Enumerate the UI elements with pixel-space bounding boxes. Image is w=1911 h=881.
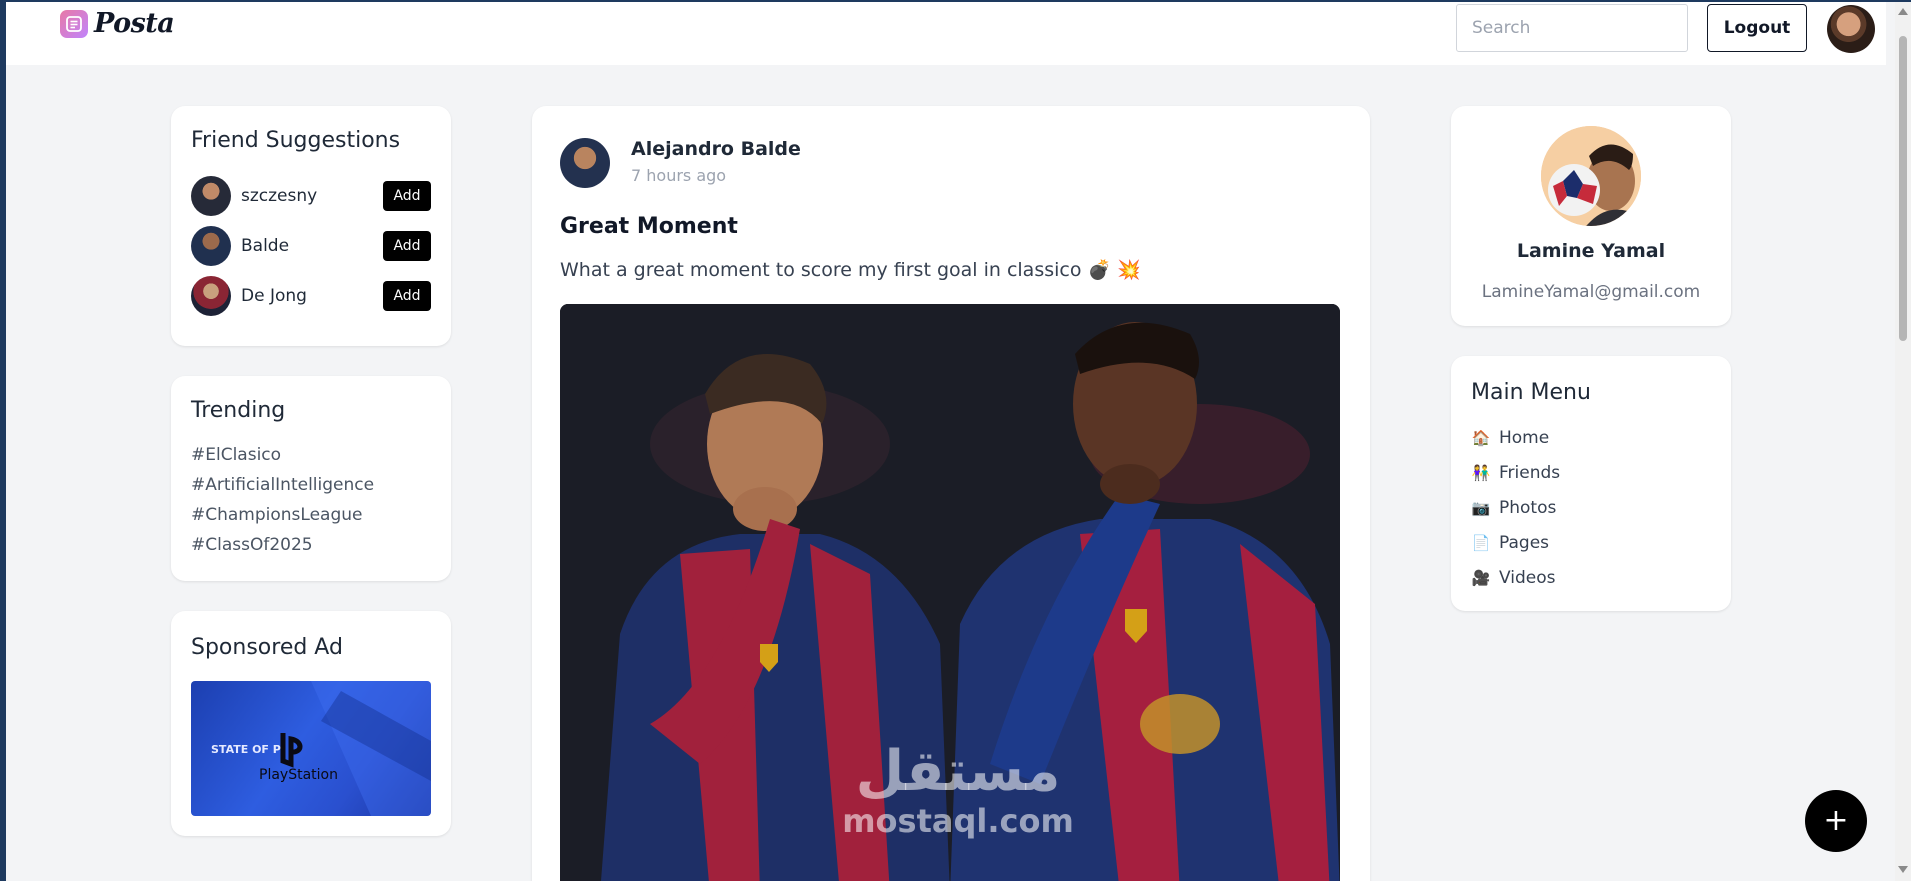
profile-name[interactable]: Lamine Yamal bbox=[1451, 240, 1731, 262]
trending-tag[interactable]: #ArtificialIntelligence bbox=[191, 475, 374, 496]
video-camera-icon: 🎥 bbox=[1471, 569, 1491, 587]
home-icon: 🏠 bbox=[1471, 429, 1491, 447]
watermark: مستقل mostaql.com bbox=[838, 739, 1078, 840]
friend-name[interactable]: De Jong bbox=[241, 286, 383, 306]
menu-item-label: Photos bbox=[1499, 498, 1557, 518]
scroll-up-icon[interactable] bbox=[1898, 8, 1908, 15]
main-menu-title: Main Menu bbox=[1471, 380, 1591, 405]
post-timestamp: 7 hours ago bbox=[631, 166, 727, 185]
sponsored-title: Sponsored Ad bbox=[191, 635, 343, 660]
menu-item-label: Home bbox=[1499, 428, 1550, 448]
watermark-latin-text: mostaql.com bbox=[842, 802, 1074, 840]
friend-suggestion-row: Balde Add bbox=[191, 226, 431, 266]
trending-tag[interactable]: #ChampionsLeague bbox=[191, 505, 374, 526]
trending-title: Trending bbox=[191, 398, 286, 423]
sponsored-ad-image[interactable]: STATE OF P PlayStation bbox=[191, 681, 431, 816]
menu-item-pages[interactable]: 📄 Pages bbox=[1471, 533, 1549, 553]
ad-brand-text: PlayStation bbox=[259, 767, 338, 783]
profile-avatar[interactable] bbox=[1541, 126, 1641, 226]
menu-item-photos[interactable]: 📷 Photos bbox=[1471, 498, 1557, 518]
scrollbar-thumb[interactable] bbox=[1899, 36, 1907, 341]
friend-avatar[interactable] bbox=[191, 226, 231, 266]
friends-icon: 👫 bbox=[1471, 464, 1491, 482]
friend-name[interactable]: Balde bbox=[241, 236, 383, 256]
profile-email: LamineYamal@gmail.com bbox=[1481, 282, 1701, 302]
post-body-text: What a great moment to score my first go… bbox=[560, 259, 1141, 281]
menu-item-home[interactable]: 🏠 Home bbox=[1471, 428, 1550, 448]
search-input[interactable] bbox=[1456, 4, 1688, 52]
friend-avatar[interactable] bbox=[191, 176, 231, 216]
trending-card: Trending #ElClasico #ArtificialIntellige… bbox=[171, 376, 451, 581]
trending-tag[interactable]: #ClassOf2025 bbox=[191, 535, 374, 556]
menu-item-friends[interactable]: 👫 Friends bbox=[1471, 463, 1560, 483]
app-name: Posta bbox=[94, 8, 175, 39]
posts-icon bbox=[60, 9, 88, 38]
trending-tag[interactable]: #ElClasico bbox=[191, 445, 374, 466]
top-navbar: Posta Logout bbox=[6, 2, 1886, 65]
sponsored-ad-card: Sponsored Ad STATE OF P PlayStation bbox=[171, 611, 451, 836]
menu-item-label: Videos bbox=[1499, 568, 1556, 588]
camera-icon: 📷 bbox=[1471, 499, 1491, 517]
create-post-button[interactable]: + bbox=[1805, 790, 1867, 852]
main-menu-card: Main Menu 🏠 Home 👫 Friends 📷 Photos 📄 Pa… bbox=[1451, 356, 1731, 611]
friend-avatar[interactable] bbox=[191, 276, 231, 316]
friend-suggestions-card: Friend Suggestions szczesny Add Balde Ad… bbox=[171, 106, 451, 346]
post-author-name[interactable]: Alejandro Balde bbox=[631, 138, 801, 160]
post-title: Great Moment bbox=[560, 214, 738, 239]
friend-suggestion-row: szczesny Add bbox=[191, 176, 431, 216]
add-friend-button[interactable]: Add bbox=[383, 181, 431, 211]
menu-item-label: Pages bbox=[1499, 533, 1550, 553]
scroll-down-icon[interactable] bbox=[1898, 866, 1908, 873]
logout-button[interactable]: Logout bbox=[1707, 4, 1807, 52]
friend-suggestions-title: Friend Suggestions bbox=[191, 128, 401, 153]
user-avatar[interactable] bbox=[1827, 5, 1875, 53]
page-icon: 📄 bbox=[1471, 534, 1491, 552]
friend-suggestion-row: De Jong Add bbox=[191, 276, 431, 316]
ad-headline-text: STATE OF P bbox=[211, 743, 281, 756]
menu-item-videos[interactable]: 🎥 Videos bbox=[1471, 568, 1556, 588]
window-frame-left bbox=[0, 0, 6, 881]
page-scrollbar[interactable] bbox=[1895, 2, 1911, 881]
watermark-arabic-text: مستقل bbox=[855, 739, 1061, 804]
profile-card: Lamine Yamal LamineYamal@gmail.com bbox=[1451, 106, 1731, 326]
friend-name[interactable]: szczesny bbox=[241, 186, 383, 206]
menu-item-label: Friends bbox=[1499, 463, 1561, 483]
post-author-avatar[interactable] bbox=[560, 138, 610, 188]
trending-list: #ElClasico #ArtificialIntelligence #Cham… bbox=[191, 436, 374, 556]
app-logo[interactable]: Posta bbox=[60, 8, 175, 39]
add-friend-button[interactable]: Add bbox=[383, 281, 431, 311]
add-friend-button[interactable]: Add bbox=[383, 231, 431, 261]
